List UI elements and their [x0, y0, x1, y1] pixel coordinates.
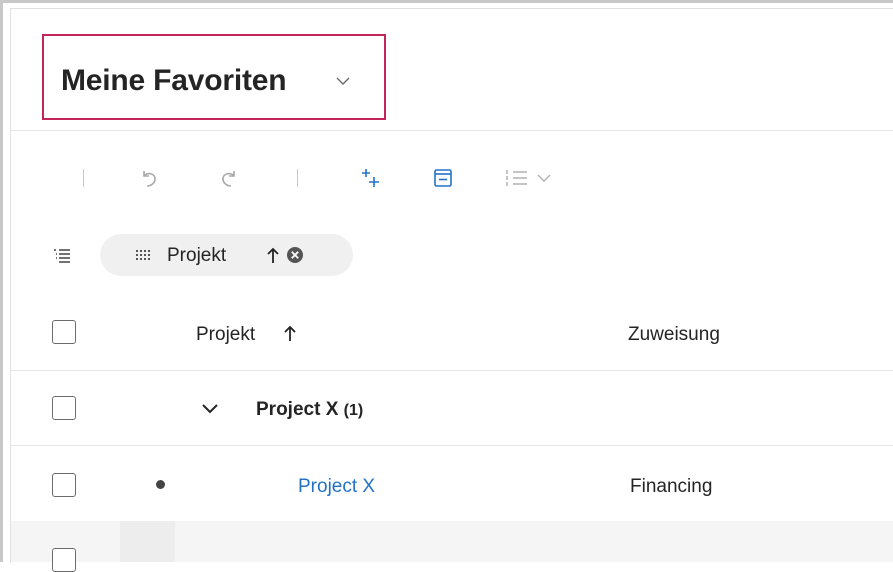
redo-button[interactable]: [214, 160, 244, 196]
column-header-zuweisung[interactable]: Zuweisung: [628, 324, 720, 346]
header-divider: [11, 130, 893, 131]
sort-ascending-icon[interactable]: [283, 324, 297, 342]
arrow-up-icon[interactable]: [266, 246, 280, 264]
chevron-down-icon[interactable]: [202, 403, 218, 414]
status-dot: [156, 480, 165, 489]
collapse-icon: [434, 169, 452, 187]
column-header-projekt[interactable]: Projekt: [196, 324, 255, 346]
chevron-down-icon: [537, 174, 551, 182]
grid-dots-icon: [136, 250, 150, 260]
redo-icon: [222, 171, 235, 187]
group-row-label: Project X (1): [256, 399, 363, 421]
group-row-checkbox[interactable]: [52, 396, 76, 420]
select-all-checkbox[interactable]: [52, 320, 76, 344]
add-subitem-icon: [362, 169, 379, 187]
group-by-chip-label: Projekt: [167, 245, 227, 266]
project-link[interactable]: Project X: [298, 476, 375, 498]
group-row-divider: [11, 445, 893, 446]
undo-button[interactable]: [134, 160, 164, 196]
table-row-cell: [120, 521, 175, 562]
view-selector[interactable]: Meine Favoriten: [42, 34, 386, 120]
group-by-chip[interactable]: Projekt: [100, 234, 353, 276]
toolbar-separator: [292, 160, 302, 196]
collapse-button[interactable]: [428, 160, 458, 196]
toolbar: [0, 160, 893, 196]
group-row-count: (1): [343, 402, 364, 419]
group-row-name: Project X: [256, 399, 339, 420]
list-view-icon: [506, 170, 527, 186]
undo-icon: [143, 171, 156, 187]
header-row-divider: [11, 370, 893, 371]
group-by-icon[interactable]: [52, 248, 72, 264]
list-view-button[interactable]: [496, 160, 560, 196]
chevron-down-icon: [336, 77, 350, 85]
toolbar-separator: [78, 160, 88, 196]
clear-circle-icon[interactable]: [286, 246, 304, 264]
row-checkbox[interactable]: [52, 473, 76, 497]
row-checkbox[interactable]: [52, 548, 76, 572]
zuweisung-cell: Financing: [630, 476, 713, 497]
page-title: Meine Favoriten: [61, 64, 287, 97]
add-subitem-button[interactable]: [356, 160, 386, 196]
